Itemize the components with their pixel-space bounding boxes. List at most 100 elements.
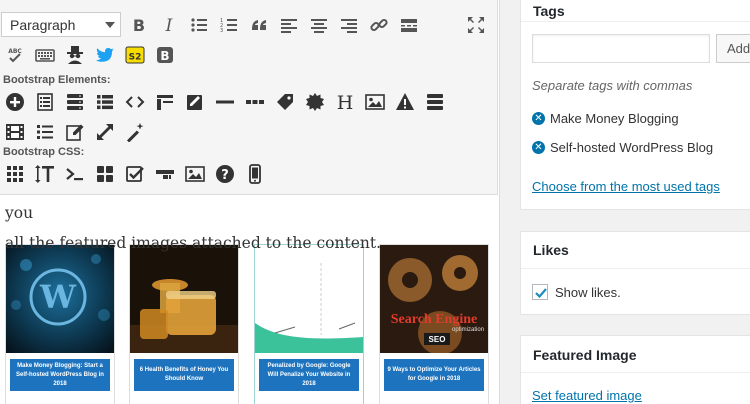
- mobile-icon: [249, 164, 261, 184]
- blockquote-button[interactable]: [244, 10, 274, 40]
- insert-link-button[interactable]: [364, 10, 394, 40]
- align-center-icon: [311, 19, 327, 33]
- grid-icon: [7, 166, 23, 182]
- thumbnail-honey[interactable]: 6 Health Benefits of Honey You Should Kn…: [129, 244, 239, 404]
- layout-button[interactable]: [90, 159, 120, 189]
- th-large-icon: [97, 166, 113, 182]
- resize-button[interactable]: [90, 117, 120, 147]
- edit-box-button[interactable]: [180, 87, 210, 117]
- rows-button[interactable]: [60, 87, 90, 117]
- plus-circle-icon: [6, 93, 24, 111]
- set-featured-image-link[interactable]: Set featured image: [532, 388, 642, 403]
- responsive-button[interactable]: [240, 159, 270, 189]
- s2-button[interactable]: S2: [120, 40, 150, 70]
- align-right-icon: [341, 19, 357, 33]
- twitter-icon: [96, 48, 114, 62]
- remove-tag-icon[interactable]: ✕: [532, 111, 545, 125]
- well-button[interactable]: [420, 87, 450, 117]
- tag-label: Make Money Blogging: [550, 110, 679, 126]
- thumbnail-image: W: [6, 245, 114, 353]
- align-left-button[interactable]: [274, 10, 304, 40]
- add-element-button[interactable]: [0, 87, 30, 117]
- alert-button[interactable]: [390, 87, 420, 117]
- bold-button[interactable]: B: [124, 10, 154, 40]
- format-select[interactable]: Paragraph: [1, 12, 121, 37]
- svg-text:B: B: [133, 16, 145, 35]
- content-line: all the featured images attached to the …: [5, 234, 382, 252]
- button-icon: [156, 170, 174, 179]
- italic-icon: I: [165, 16, 173, 35]
- ellipsis-button[interactable]: [240, 87, 270, 117]
- grid-button[interactable]: [0, 159, 30, 189]
- forms-button[interactable]: [120, 159, 150, 189]
- bootstrap-button[interactable]: B: [150, 40, 180, 70]
- minus-icon: [216, 100, 234, 104]
- thumbnail-seo[interactable]: Search Engine optimization SEO 9 Ways to…: [379, 244, 489, 404]
- image-button[interactable]: [360, 87, 390, 117]
- thumbnail-google[interactable]: Penalized by Google: Google Will Penaliz…: [254, 244, 364, 404]
- format-select-value: Paragraph: [10, 16, 76, 33]
- editor-toolbar: Paragraph B I 123 ABC S2 B Bootstrap Ele…: [0, 0, 498, 195]
- thumbnail-caption: 6 Health Benefits of Honey You Should Kn…: [134, 359, 234, 391]
- numbered-list-button[interactable]: 123: [214, 10, 244, 40]
- choose-tags-link[interactable]: Choose from the most used tags: [532, 179, 720, 194]
- typography-button[interactable]: [30, 159, 60, 189]
- spellcheck-icon: ABC: [8, 48, 22, 63]
- show-likes-label: Show likes.: [555, 285, 621, 300]
- italic-button[interactable]: I: [154, 10, 184, 40]
- align-right-button[interactable]: [334, 10, 364, 40]
- check-square-icon: [126, 166, 144, 182]
- tag-input[interactable]: [532, 34, 710, 63]
- panel-divider: [521, 372, 750, 373]
- align-left-icon: [281, 19, 297, 33]
- bullet-list-icon: [191, 18, 207, 32]
- code-button[interactable]: [120, 87, 150, 117]
- show-likes-checkbox[interactable]: [532, 284, 548, 300]
- likes-title: Likes: [533, 242, 569, 258]
- heading-glyph: H: [337, 92, 354, 112]
- keyboard-button[interactable]: [30, 40, 60, 70]
- fullscreen-button[interactable]: [461, 10, 491, 40]
- bootstrap-icon: B: [157, 47, 173, 63]
- edit-button[interactable]: [60, 117, 90, 147]
- images-button[interactable]: [180, 159, 210, 189]
- bullet-list-button[interactable]: [184, 10, 214, 40]
- post-editor: home pages. For example in my blog, my h…: [0, 0, 500, 404]
- document-list-icon: [37, 93, 53, 111]
- text-height-icon: [35, 165, 54, 183]
- help-button[interactable]: ?: [210, 159, 240, 189]
- thumbnail-caption: 9 Ways to Optimize Your Articles for Goo…: [384, 359, 484, 391]
- thumbnail-caption: Penalized by Google: Google Will Penaliz…: [259, 359, 359, 391]
- remove-tag-icon[interactable]: ✕: [532, 140, 545, 154]
- featured-image-title: Featured Image: [533, 347, 637, 363]
- twitter-button[interactable]: [90, 40, 120, 70]
- tags-help-text: Separate tags with commas: [532, 78, 693, 93]
- panel-button[interactable]: [30, 87, 60, 117]
- spellcheck-button[interactable]: ABC: [0, 40, 30, 70]
- film-icon: [6, 124, 24, 140]
- thumbnail-wordpress[interactable]: W Make Money Blogging: Start a Self-host…: [5, 244, 115, 404]
- certificate-icon: [306, 93, 324, 111]
- warning-icon: [396, 93, 414, 110]
- heading-icon: H: [337, 92, 354, 112]
- read-more-button[interactable]: [394, 10, 424, 40]
- s2-glyph: S2: [129, 53, 142, 63]
- list-group-button[interactable]: [90, 87, 120, 117]
- help-glyph: ?: [221, 168, 229, 183]
- media-button[interactable]: [0, 117, 30, 147]
- magic-button[interactable]: [120, 117, 150, 147]
- heading-button[interactable]: H: [330, 87, 360, 117]
- bold-icon: B: [133, 16, 145, 35]
- divider-button[interactable]: [210, 87, 240, 117]
- buttons-button[interactable]: [150, 159, 180, 189]
- label-button[interactable]: [270, 87, 300, 117]
- badge-button[interactable]: [300, 87, 330, 117]
- tag-item: ✕ Self-hosted WordPress Blog: [532, 137, 713, 157]
- add-tag-button[interactable]: Add: [716, 34, 750, 63]
- page-header-button[interactable]: [150, 87, 180, 117]
- align-center-button[interactable]: [304, 10, 334, 40]
- bootstrap-elements-label: Bootstrap Elements:: [3, 74, 111, 86]
- list-button[interactable]: [30, 117, 60, 147]
- terminal-button[interactable]: [60, 159, 90, 189]
- spy-button[interactable]: [60, 40, 90, 70]
